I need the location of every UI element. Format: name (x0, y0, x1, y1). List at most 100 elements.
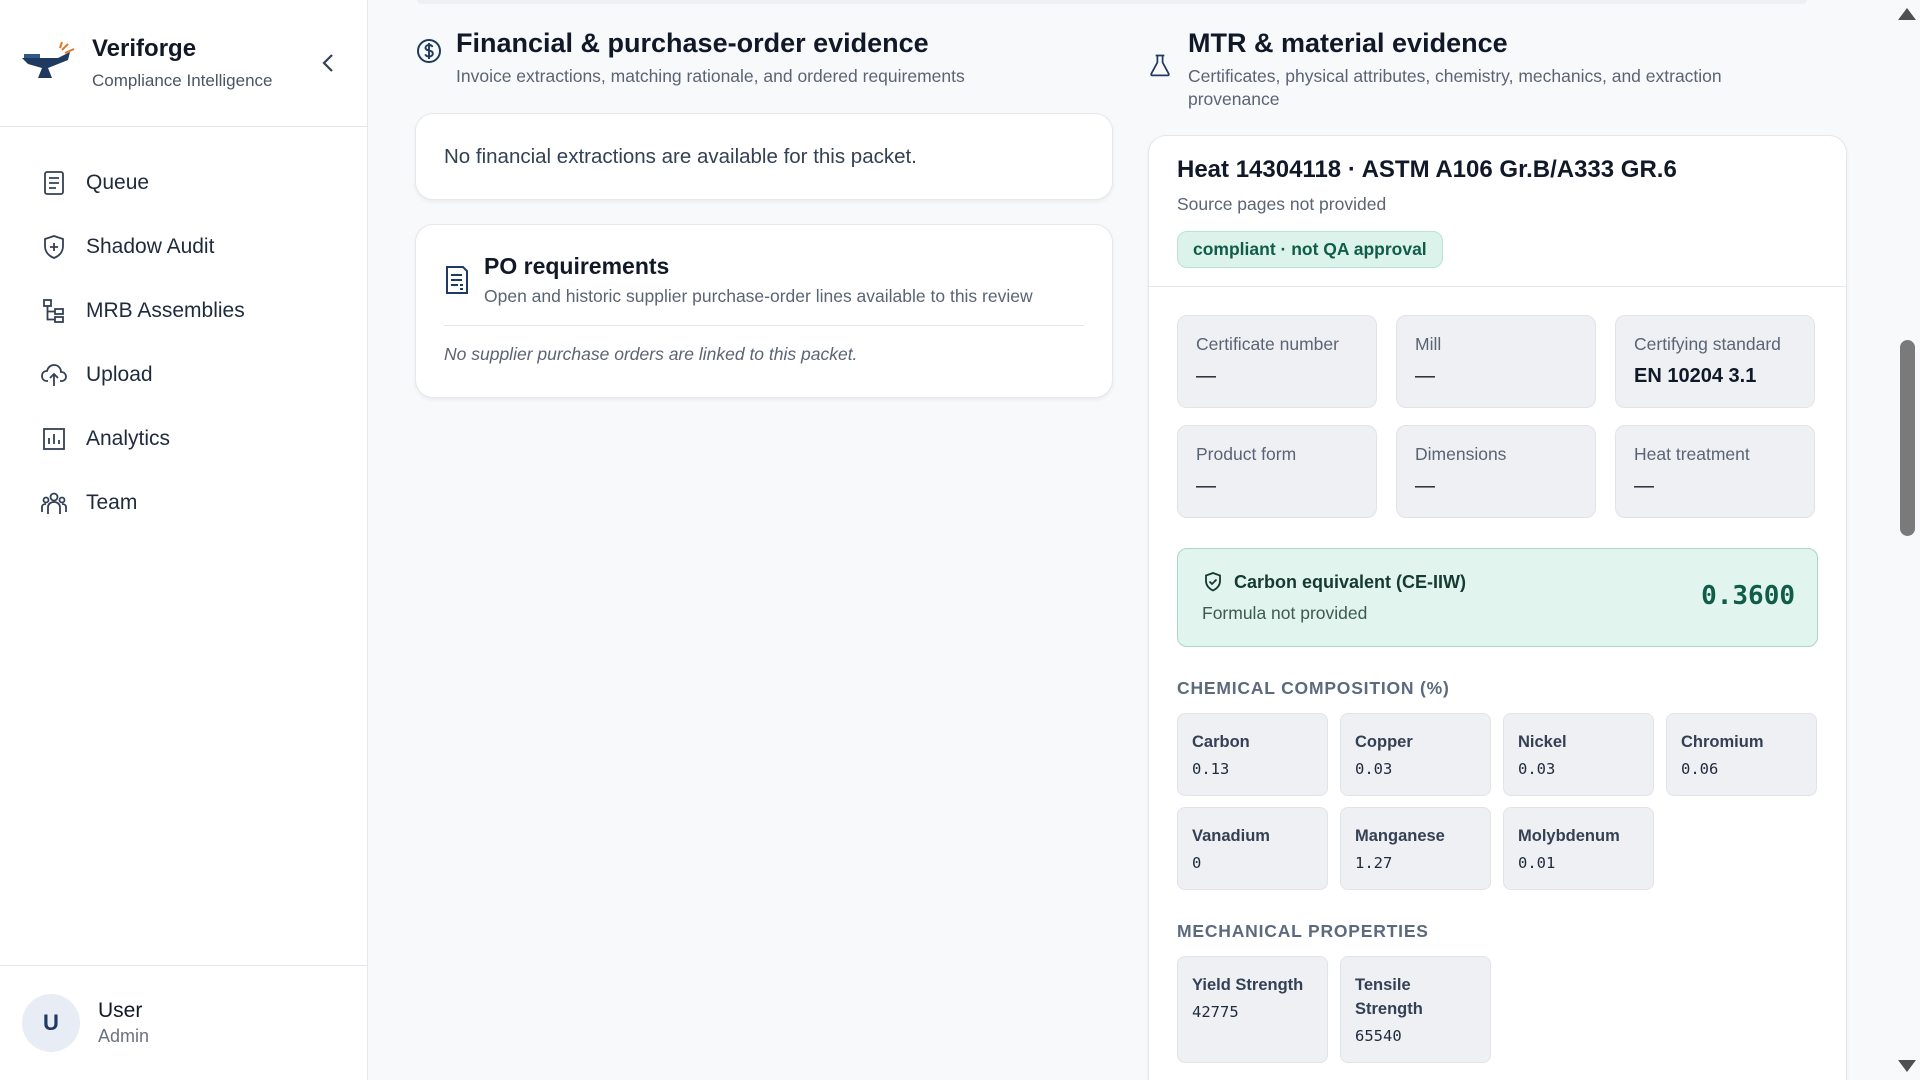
chemical-tile: Vanadium 0 (1177, 807, 1328, 890)
financial-section-header: Financial & purchase-order evidence Invo… (414, 28, 965, 88)
sidebar-item-label: Upload (86, 363, 153, 386)
vertical-scrollbar[interactable] (1893, 0, 1920, 1080)
mechanical-properties-title: MECHANICAL PROPERTIES (1177, 921, 1429, 941)
sidebar-item-shadow-audit[interactable]: Shadow Audit (0, 215, 367, 279)
scroll-up-arrow-icon[interactable] (1898, 8, 1916, 20)
financial-section-subtitle: Invoice extractions, matching rationale,… (456, 66, 965, 86)
attribute-tile: Mill — (1396, 315, 1596, 408)
brand-header: Veriforge Compliance Intelligence (0, 0, 367, 127)
attribute-label: Product form (1196, 444, 1297, 464)
mechanical-tile: Tensile Strength 65540 (1340, 956, 1491, 1063)
attribute-value: EN 10204 3.1 (1634, 365, 1757, 387)
mechanical-label: Tensile Strength (1355, 976, 1423, 1018)
attribute-tile: Certifying standard EN 10204 3.1 (1615, 315, 1815, 408)
chemical-value: 0.03 (1518, 760, 1556, 778)
mechanical-label: Yield Strength (1192, 976, 1304, 994)
attribute-value: — (1634, 475, 1654, 497)
mechanical-properties-grid: Yield Strength 42775 Tensile Strength 65… (1149, 942, 1846, 1063)
mechanical-value: 65540 (1355, 1027, 1402, 1045)
chemical-value: 1.27 (1355, 854, 1393, 872)
chemical-label: Nickel (1518, 733, 1567, 751)
receipt-icon (446, 266, 468, 294)
attribute-tile: Dimensions — (1396, 425, 1596, 518)
chemical-value: 0 (1192, 854, 1202, 872)
chemical-value: 0.06 (1681, 760, 1719, 778)
flask-icon (1150, 54, 1170, 77)
chevron-left-icon (322, 54, 333, 72)
attribute-grid: Certificate number — Mill — Certifying s… (1149, 287, 1846, 518)
mtr-subtitle-line: Certificates, physical attributes, chemi… (1188, 66, 1722, 86)
chemical-composition-grid: Carbon 0.13 Copper 0.03 Nickel 0.03 Chro… (1149, 699, 1846, 890)
shield-check-icon (1205, 572, 1221, 592)
po-requirements-subtitle: Open and historic supplier purchase-orde… (484, 286, 1033, 306)
chemical-label: Carbon (1192, 733, 1250, 751)
anvil-logo-icon (22, 41, 75, 78)
avatar: U (22, 994, 80, 1052)
attribute-label: Certifying standard (1634, 334, 1781, 354)
main-content: Financial & purchase-order evidence Invo… (369, 0, 1889, 1080)
cloud-upload-icon (41, 364, 67, 386)
mtr-section-title: MTR & material evidence (1188, 28, 1508, 58)
heat-card: Heat 14304118 · ASTM A106 Gr.B/A333 GR.6… (1148, 135, 1847, 1080)
chemical-label: Copper (1355, 733, 1413, 751)
chemical-value: 0.01 (1518, 854, 1556, 872)
attribute-label: Dimensions (1415, 444, 1507, 464)
mtr-section-subtitle: Certificates, physical attributes, chemi… (1188, 65, 1722, 111)
scrollbar-thumb[interactable] (1900, 340, 1915, 536)
heat-title: Heat 14304118 · ASTM A106 Gr.B/A333 GR.6 (1177, 156, 1677, 183)
chemical-value: 0.03 (1355, 760, 1393, 778)
chemical-tile: Chromium 0.06 (1666, 713, 1817, 796)
sidebar-nav: Queue Shadow Audit MRB Assemblies Upload… (0, 127, 367, 535)
carbon-equivalent-box: Carbon equivalent (CE-IIW) Formula not p… (1177, 548, 1818, 647)
mechanical-value: 42775 (1192, 1003, 1239, 1021)
chemical-value: 0.13 (1192, 760, 1230, 778)
divider (444, 325, 1084, 326)
sidebar-item-queue[interactable]: Queue (0, 151, 367, 215)
sidebar: Veriforge Compliance Intelligence Queue … (0, 0, 368, 1080)
status-badge: compliant · not QA approval (1177, 231, 1443, 268)
sidebar-item-label: MRB Assemblies (86, 299, 245, 322)
chemical-tile: Copper 0.03 (1340, 713, 1491, 796)
source-pages-text: Source pages not provided (1177, 194, 1387, 214)
attribute-label: Certificate number (1196, 334, 1339, 354)
hierarchy-icon (43, 299, 64, 323)
shield-plus-icon (44, 235, 64, 259)
user-profile[interactable]: U User Admin (0, 965, 368, 1080)
attribute-value: — (1415, 365, 1435, 387)
mechanical-tile: Yield Strength 42775 (1177, 956, 1328, 1063)
collapse-sidebar-button[interactable] (317, 48, 339, 78)
chemical-tile: Carbon 0.13 (1177, 713, 1328, 796)
chemical-composition-title: CHEMICAL COMPOSITION (%) (1177, 678, 1450, 698)
po-requirements-card: PO requirements Open and historic suppli… (415, 224, 1113, 398)
sidebar-item-label: Queue (86, 171, 150, 194)
financial-empty-text: No financial extractions are available f… (444, 144, 917, 168)
dollar-circle-icon (417, 39, 441, 63)
document-list-icon (44, 171, 64, 195)
sidebar-item-team[interactable]: Team (0, 471, 367, 535)
team-icon (41, 492, 67, 514)
scrolled-card-edge (417, 0, 1807, 4)
attribute-tile: Certificate number — (1177, 315, 1377, 408)
scroll-down-arrow-icon[interactable] (1898, 1060, 1916, 1072)
sidebar-item-analytics[interactable]: Analytics (0, 407, 367, 471)
attribute-tile: Product form — (1177, 425, 1377, 518)
brand-name: Veriforge (92, 35, 197, 62)
carbon-equivalent-value: 0.3600 (1701, 581, 1795, 611)
sidebar-item-mrb-assemblies[interactable]: MRB Assemblies (0, 279, 367, 343)
user-role: Admin (98, 1026, 150, 1046)
attribute-label: Heat treatment (1634, 444, 1750, 464)
sidebar-item-upload[interactable]: Upload (0, 343, 367, 407)
attribute-label: Mill (1415, 334, 1442, 354)
mtr-section-header: MTR & material evidence Certificates, ph… (1147, 28, 1722, 111)
po-requirements-title: PO requirements (484, 253, 670, 279)
sidebar-item-label: Analytics (86, 427, 171, 450)
sidebar-item-label: Shadow Audit (86, 235, 215, 258)
user-name: User (98, 999, 143, 1022)
sidebar-item-label: Team (86, 491, 138, 514)
financial-empty-card: No financial extractions are available f… (415, 113, 1113, 200)
attribute-value: — (1415, 475, 1435, 497)
chemical-tile: Manganese 1.27 (1340, 807, 1491, 890)
chemical-tile: Nickel 0.03 (1503, 713, 1654, 796)
po-empty-text: No supplier purchase orders are linked t… (444, 344, 858, 364)
attribute-value: — (1196, 475, 1216, 497)
